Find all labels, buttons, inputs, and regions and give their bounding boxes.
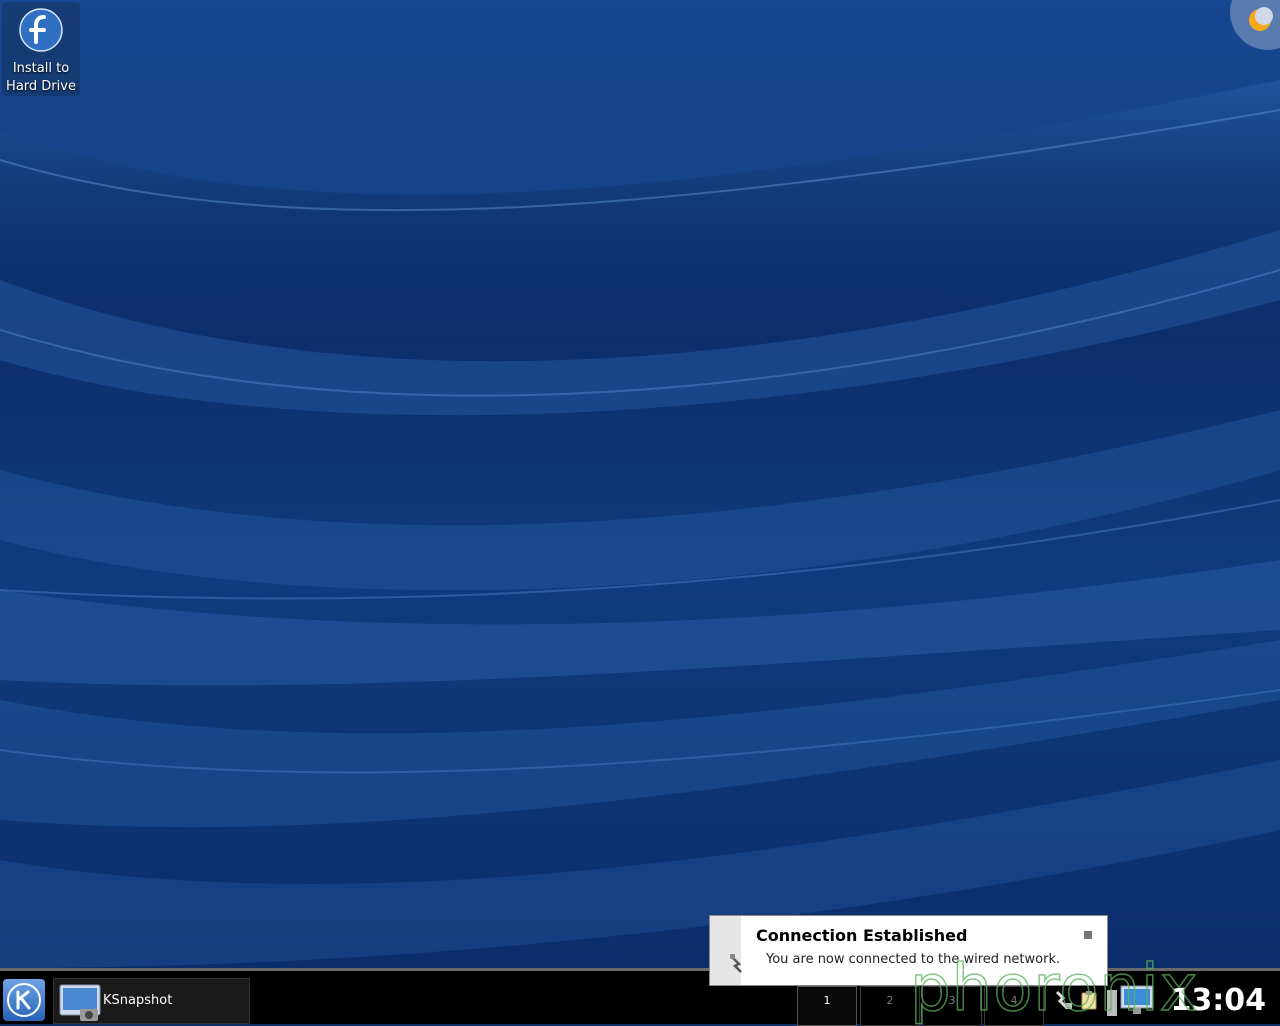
desktop-icon-label: Install to Hard Drive bbox=[6, 61, 76, 94]
notification-message: You are now connected to the wired netwo… bbox=[766, 952, 1061, 967]
notification-popup[interactable]: Connection Established You are now conne… bbox=[709, 915, 1108, 986]
pager-desktop-3[interactable]: 3 bbox=[922, 986, 982, 1026]
kde-menu-icon bbox=[7, 983, 41, 1017]
fedora-logo-icon bbox=[19, 8, 63, 52]
kde-menu-button[interactable] bbox=[3, 979, 45, 1021]
task-ksnapshot[interactable]: KSnapshot bbox=[53, 978, 250, 1024]
device-notifier-icon[interactable] bbox=[1105, 984, 1157, 1018]
desktop-wallpaper: Install to Hard Drive bbox=[0, 0, 1280, 968]
notification-stripe bbox=[710, 916, 741, 985]
pager-desktop-1[interactable]: 1 bbox=[797, 986, 857, 1026]
network-icon[interactable] bbox=[1052, 989, 1074, 1011]
close-icon[interactable] bbox=[1084, 931, 1092, 939]
pager-desktop-2[interactable]: 2 bbox=[860, 986, 920, 1026]
task-label: KSnapshot bbox=[103, 993, 173, 1008]
panel-clock[interactable]: 13:04 bbox=[1171, 983, 1267, 1018]
wave-wallpaper bbox=[0, 0, 1280, 968]
clipboard-icon[interactable] bbox=[1078, 989, 1100, 1011]
notification-title: Connection Established bbox=[756, 926, 968, 945]
pager-desktop-4[interactable]: 4 bbox=[984, 986, 1044, 1026]
plasma-cashew-icon[interactable] bbox=[1246, 6, 1274, 34]
ksnapshot-icon bbox=[59, 984, 101, 1021]
network-wired-icon bbox=[730, 954, 742, 973]
desktop-icon-install[interactable]: Install to Hard Drive bbox=[2, 2, 80, 96]
